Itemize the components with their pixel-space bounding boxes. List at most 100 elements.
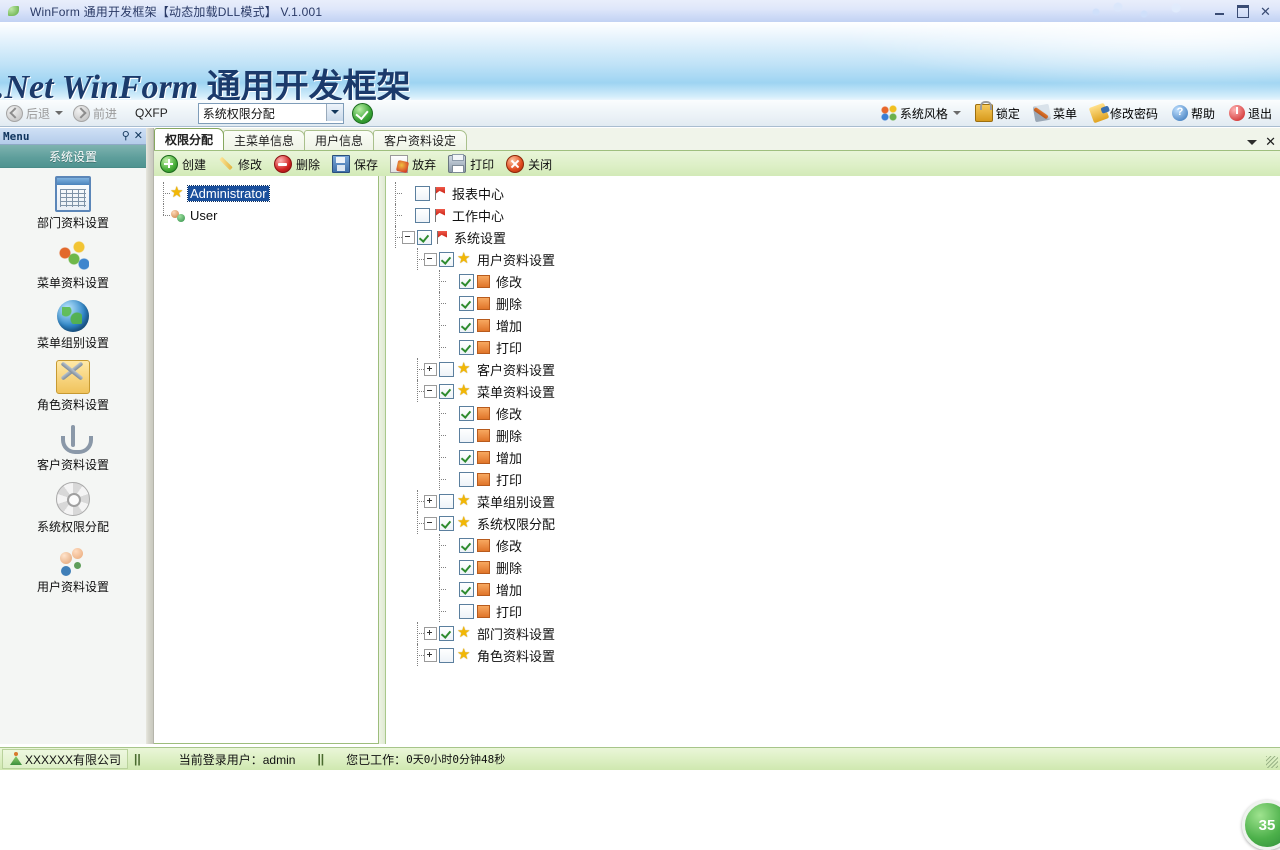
permission-checkbox[interactable] <box>459 427 474 443</box>
sidebar-item-role[interactable]: 角色资料设置 <box>0 360 146 413</box>
permission-tree-label[interactable]: 菜单资料设置 <box>475 382 557 401</box>
permission-tree-label[interactable]: 删除 <box>494 558 524 577</box>
permission-tree-row[interactable]: 菜单组别设置 <box>390 490 1276 512</box>
permission-tree-row[interactable]: 系统设置 <box>390 226 1276 248</box>
permission-checkbox[interactable] <box>439 383 454 399</box>
module-select[interactable]: 系统权限分配 <box>197 102 344 124</box>
expand-icon[interactable] <box>424 362 437 376</box>
role-tree[interactable]: Administrator User <box>154 176 378 232</box>
role-tree-label[interactable]: Administrator <box>187 184 270 202</box>
minimize-button[interactable] <box>1209 3 1230 19</box>
permission-checkbox[interactable] <box>439 493 454 509</box>
go-button[interactable] <box>351 102 373 124</box>
permission-tree-label[interactable]: 工作中心 <box>450 206 506 225</box>
expand-icon[interactable] <box>424 648 437 662</box>
collapse-icon[interactable] <box>424 252 437 266</box>
permission-checkbox[interactable] <box>415 207 430 223</box>
permission-tree-row[interactable]: 部门资料设置 <box>390 622 1276 644</box>
permission-checkbox[interactable] <box>439 515 454 531</box>
permission-tree-label[interactable]: 打印 <box>494 470 524 489</box>
close-icon[interactable]: ✕ <box>1265 136 1276 149</box>
permission-tree-label[interactable]: 部门资料设置 <box>475 624 557 643</box>
permission-tree-row[interactable]: 增加 <box>390 578 1276 600</box>
delete-button[interactable]: 删除 <box>274 155 320 173</box>
permission-checkbox[interactable] <box>459 471 474 487</box>
sidebar-item-permission[interactable]: 系统权限分配 <box>0 482 146 535</box>
resize-grip[interactable] <box>1266 756 1278 768</box>
permission-tree-label[interactable]: 增加 <box>494 580 524 599</box>
permission-checkbox[interactable] <box>417 229 432 245</box>
permission-checkbox[interactable] <box>439 647 454 663</box>
permission-checkbox[interactable] <box>459 295 474 311</box>
permission-checkbox[interactable] <box>415 185 430 201</box>
tab-permission-assign[interactable]: 权限分配 <box>154 128 225 150</box>
permission-tree-row[interactable]: 工作中心 <box>390 204 1276 226</box>
pane-splitter[interactable] <box>379 176 386 744</box>
help-button[interactable]: ? 帮助 <box>1168 102 1219 124</box>
permission-tree-row[interactable]: 用户资料设置 <box>390 248 1276 270</box>
create-button[interactable]: 创建 <box>160 155 206 173</box>
lock-button[interactable]: 锁定 <box>971 101 1024 124</box>
role-tree-row[interactable]: Administrator <box>158 182 374 204</box>
permission-tree-row[interactable]: 系统权限分配 <box>390 512 1276 534</box>
role-tree-row[interactable]: User <box>158 204 374 226</box>
print-button[interactable]: 打印 <box>448 154 494 173</box>
back-button[interactable]: 后退 <box>2 102 67 124</box>
sidebar-item-menu-data[interactable]: 菜单资料设置 <box>0 240 146 291</box>
permission-checkbox[interactable] <box>459 449 474 465</box>
permission-tree-row[interactable]: 修改 <box>390 534 1276 556</box>
system-style-button[interactable]: 系统风格 <box>877 102 965 124</box>
permission-checkbox[interactable] <box>439 361 454 377</box>
permission-tree-row[interactable]: 角色资料设置 <box>390 644 1276 666</box>
change-password-button[interactable]: 修改密码 <box>1087 102 1162 124</box>
permission-tree-row[interactable]: 菜单资料设置 <box>390 380 1276 402</box>
permission-tree-row[interactable]: 打印 <box>390 336 1276 358</box>
permission-tree-label[interactable]: 修改 <box>494 536 524 555</box>
permission-tree-row[interactable]: 修改 <box>390 270 1276 292</box>
edit-button[interactable]: 修改 <box>218 156 262 173</box>
permission-tree-label[interactable]: 客户资料设置 <box>475 360 557 379</box>
permission-checkbox[interactable] <box>459 603 474 619</box>
role-tree-label[interactable]: User <box>188 208 219 223</box>
permission-checkbox[interactable] <box>459 537 474 553</box>
permission-tree-row[interactable]: 增加 <box>390 314 1276 336</box>
menu-button[interactable]: 菜单 <box>1030 102 1081 124</box>
permission-tree[interactable]: 报表中心工作中心系统设置用户资料设置修改删除增加打印客户资料设置菜单资料设置修改… <box>386 176 1280 672</box>
sidebar-close-icon[interactable]: ✕ <box>134 130 143 142</box>
sidebar-splitter[interactable] <box>146 128 154 744</box>
permission-checkbox[interactable] <box>459 273 474 289</box>
permission-tree-label[interactable]: 打印 <box>494 602 524 621</box>
permission-tree-row[interactable]: 打印 <box>390 600 1276 622</box>
permission-tree-label[interactable]: 打印 <box>494 338 524 357</box>
sidebar-section-header[interactable]: 系统设置 <box>0 145 146 168</box>
close-button[interactable]: ✕ <box>1255 3 1276 19</box>
maximize-button[interactable] <box>1232 3 1253 19</box>
permission-tree-row[interactable]: 客户资料设置 <box>390 358 1276 380</box>
permission-tree-label[interactable]: 修改 <box>494 272 524 291</box>
permission-tree-label[interactable]: 报表中心 <box>450 184 506 203</box>
permission-checkbox[interactable] <box>459 581 474 597</box>
permission-checkbox[interactable] <box>459 317 474 333</box>
tab-customer-settings[interactable]: 客户资料设定 <box>373 130 468 150</box>
permission-checkbox[interactable] <box>439 625 454 641</box>
save-button[interactable]: 保存 <box>332 155 378 173</box>
permission-tree-label[interactable]: 系统权限分配 <box>475 514 557 533</box>
forward-button[interactable]: 前进 <box>69 102 121 124</box>
back-dropdown-icon[interactable] <box>55 111 64 115</box>
expand-icon[interactable] <box>424 626 437 640</box>
chevron-down-icon[interactable] <box>1247 140 1258 145</box>
collapse-icon[interactable] <box>424 516 437 530</box>
permission-tree-row[interactable]: 报表中心 <box>390 182 1276 204</box>
permission-tree-row[interactable]: 删除 <box>390 556 1276 578</box>
permission-checkbox[interactable] <box>459 339 474 355</box>
sidebar-item-customer[interactable]: 客户资料设置 <box>0 422 146 473</box>
chevron-down-icon[interactable] <box>325 103 343 121</box>
permission-checkbox[interactable] <box>459 559 474 575</box>
tab-main-menu-info[interactable]: 主菜单信息 <box>223 130 306 150</box>
permission-tree-label[interactable]: 删除 <box>494 294 524 313</box>
permission-tree-label[interactable]: 删除 <box>494 426 524 445</box>
permission-tree-label[interactable]: 修改 <box>494 404 524 423</box>
sidebar-item-menu-group[interactable]: 菜单组别设置 <box>0 300 146 351</box>
permission-tree-label[interactable]: 增加 <box>494 316 524 335</box>
pin-icon[interactable]: ⚲ <box>122 130 130 142</box>
